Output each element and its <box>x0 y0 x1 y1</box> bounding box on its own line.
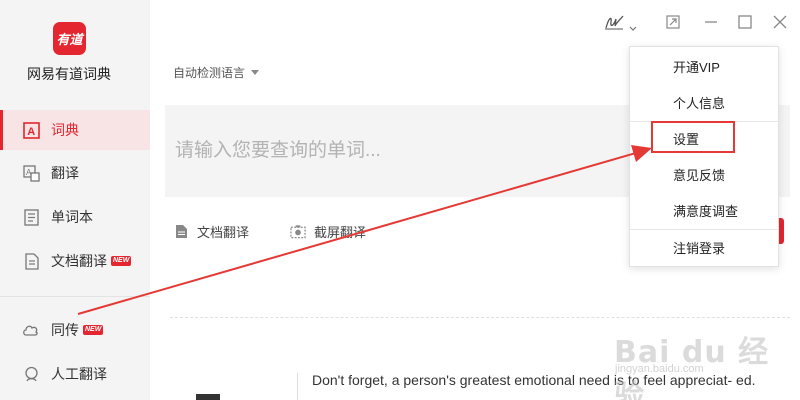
close-icon[interactable] <box>771 13 789 31</box>
signature-icon[interactable] <box>603 13 627 31</box>
document-icon <box>173 224 189 240</box>
menu-item-survey[interactable]: 满意度调查 <box>630 195 778 225</box>
sidebar: 有道 网易有道词典 A 词典 A 翻译 单词本 文档翻译 NEW 同传 NEW <box>0 0 150 400</box>
chevron-down-icon <box>251 70 260 75</box>
sidebar-item-label: 文档翻译 <box>51 253 107 269</box>
sidebar-item-human-translate[interactable]: 人工翻译 <box>0 354 150 394</box>
sidebar-item-document-translate[interactable]: 文档翻译 NEW <box>0 241 150 281</box>
mini-mode-icon[interactable] <box>664 13 682 31</box>
maximize-icon[interactable] <box>736 13 754 31</box>
tool-label: 截屏翻译 <box>314 225 367 240</box>
menu-item-logout[interactable]: 注销登录 <box>630 232 778 262</box>
divider <box>170 317 790 318</box>
screenshot-translate-button[interactable]: 截屏翻译 <box>290 222 366 241</box>
app-name: 网易有道词典 <box>27 66 111 82</box>
daily-sentence: Don't forget, a person's greatest emotio… <box>312 372 756 388</box>
new-badge: NEW <box>111 256 132 266</box>
sentence-bar <box>297 373 298 400</box>
menu-item-feedback[interactable]: 意见反馈 <box>630 159 778 189</box>
menu-item-vip[interactable]: 开通VIP <box>630 51 778 81</box>
language-select[interactable]: 自动检测语言 <box>173 64 260 81</box>
sidebar-item-translate[interactable]: A 翻译 <box>0 153 150 193</box>
language-select-label: 自动检测语言 <box>173 66 246 80</box>
sidebar-item-dictionary[interactable]: A 词典 <box>0 110 150 150</box>
sidebar-item-label: 翻译 <box>51 165 79 181</box>
quote-icon <box>196 394 220 400</box>
app-logo: 有道 <box>53 22 86 55</box>
camera-icon <box>290 224 306 240</box>
sidebar-item-label: 同传 <box>51 322 79 338</box>
document-translate-button[interactable]: 文档翻译 <box>173 222 249 241</box>
wordbook-icon <box>22 208 40 226</box>
sidebar-divider <box>0 296 150 297</box>
user-dropdown-menu: 开通VIP 个人信息 设置 意见反馈 满意度调查 注销登录 <box>629 46 779 267</box>
minimize-icon[interactable] <box>702 13 720 31</box>
svg-text:A: A <box>27 126 35 138</box>
new-badge: NEW <box>83 325 104 335</box>
interpret-icon <box>22 321 40 339</box>
sidebar-item-wordbook[interactable]: 单词本 <box>0 197 150 237</box>
dictionary-icon: A <box>22 121 40 139</box>
menu-divider <box>630 229 778 230</box>
translate-icon: A <box>22 164 40 182</box>
sidebar-item-label: 人工翻译 <box>51 366 107 382</box>
sidebar-item-label: 单词本 <box>51 209 93 225</box>
logo-text: 有道 <box>56 33 83 48</box>
chevron-down-icon[interactable] <box>629 19 637 31</box>
human-translate-icon <box>22 365 40 383</box>
sidebar-item-interpret[interactable]: 同传 NEW <box>0 310 150 350</box>
menu-item-profile[interactable]: 个人信息 <box>630 87 778 117</box>
tool-label: 文档翻译 <box>197 225 250 240</box>
document-icon <box>22 252 40 270</box>
menu-divider <box>630 121 778 122</box>
sidebar-item-label: 词典 <box>51 122 79 138</box>
menu-item-settings[interactable]: 设置 <box>630 123 778 153</box>
